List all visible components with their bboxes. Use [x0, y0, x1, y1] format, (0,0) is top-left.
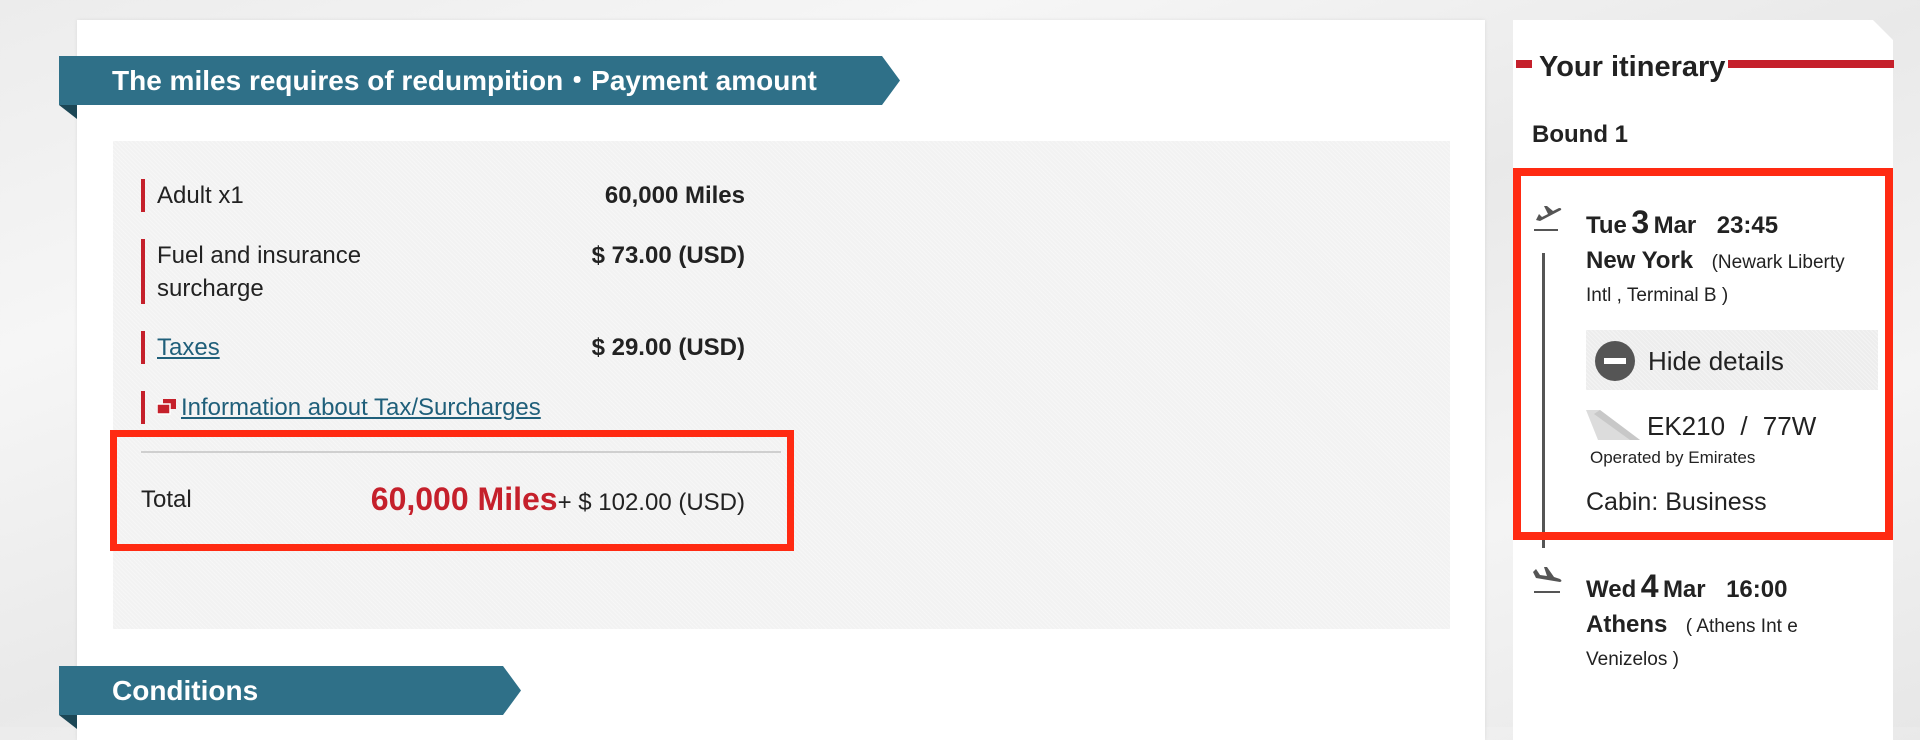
conditions-heading-text: Conditions	[112, 675, 259, 706]
adult-miles-value: 60,000 Miles	[604, 182, 745, 209]
landing-icon	[1533, 567, 1562, 593]
conditions-heading: Conditions	[59, 666, 521, 715]
flight-highlight-box	[1513, 168, 1893, 540]
document-stack-icon	[157, 399, 176, 415]
row-accent-bar	[141, 391, 145, 424]
arrival-time: 16:00	[1726, 576, 1788, 603]
total-miles: 60,000 Miles	[370, 481, 558, 517]
arrival-weekday: Wed	[1586, 576, 1637, 603]
row-accent-bar	[141, 239, 145, 304]
taxes-link[interactable]: Taxes	[157, 331, 220, 364]
payment-summary-box	[113, 141, 1450, 629]
payment-heading-fold	[59, 105, 77, 119]
arrival-city: Athens	[1586, 611, 1668, 638]
arrival-day: 4	[1640, 568, 1659, 604]
adult-label: Adult x1	[157, 182, 244, 209]
total-cash: + $ 102.00 (USD)	[557, 489, 745, 516]
taxes-value: $ 29.00 (USD)	[591, 334, 745, 361]
total-label: Total	[141, 486, 192, 513]
title-accent-right	[1728, 60, 1894, 68]
payment-heading: The miles requires of redumpition・Paymen…	[59, 56, 900, 105]
title-accent-left	[1516, 60, 1532, 68]
bound-label: Bound 1	[1532, 121, 1628, 148]
surcharge-value: $ 73.00 (USD)	[591, 242, 745, 269]
row-accent-bar	[141, 331, 145, 364]
surcharge-label: Fuel and insurance surcharge	[157, 242, 362, 302]
row-accent-bar	[141, 179, 145, 212]
arrival-airport-line1: ( Athens Int e	[1685, 616, 1798, 637]
arrival-location: Athens ( Athens Int e	[1586, 607, 1886, 646]
payment-heading-text: The miles requires of redumpition・Paymen…	[112, 65, 817, 96]
arrival-month: Mar	[1662, 576, 1706, 603]
total-amount: 60,000 Miles+ $ 102.00 (USD)	[371, 479, 745, 526]
itinerary-title: Your itinerary	[1539, 51, 1726, 83]
arrival-airport-line2: Venizelos )	[1586, 649, 1679, 670]
tax-surcharge-info-link[interactable]: Information about Tax/Surcharges	[181, 391, 541, 424]
arrival-datetime: Wed 4 Mar 16:00	[1586, 567, 1787, 612]
